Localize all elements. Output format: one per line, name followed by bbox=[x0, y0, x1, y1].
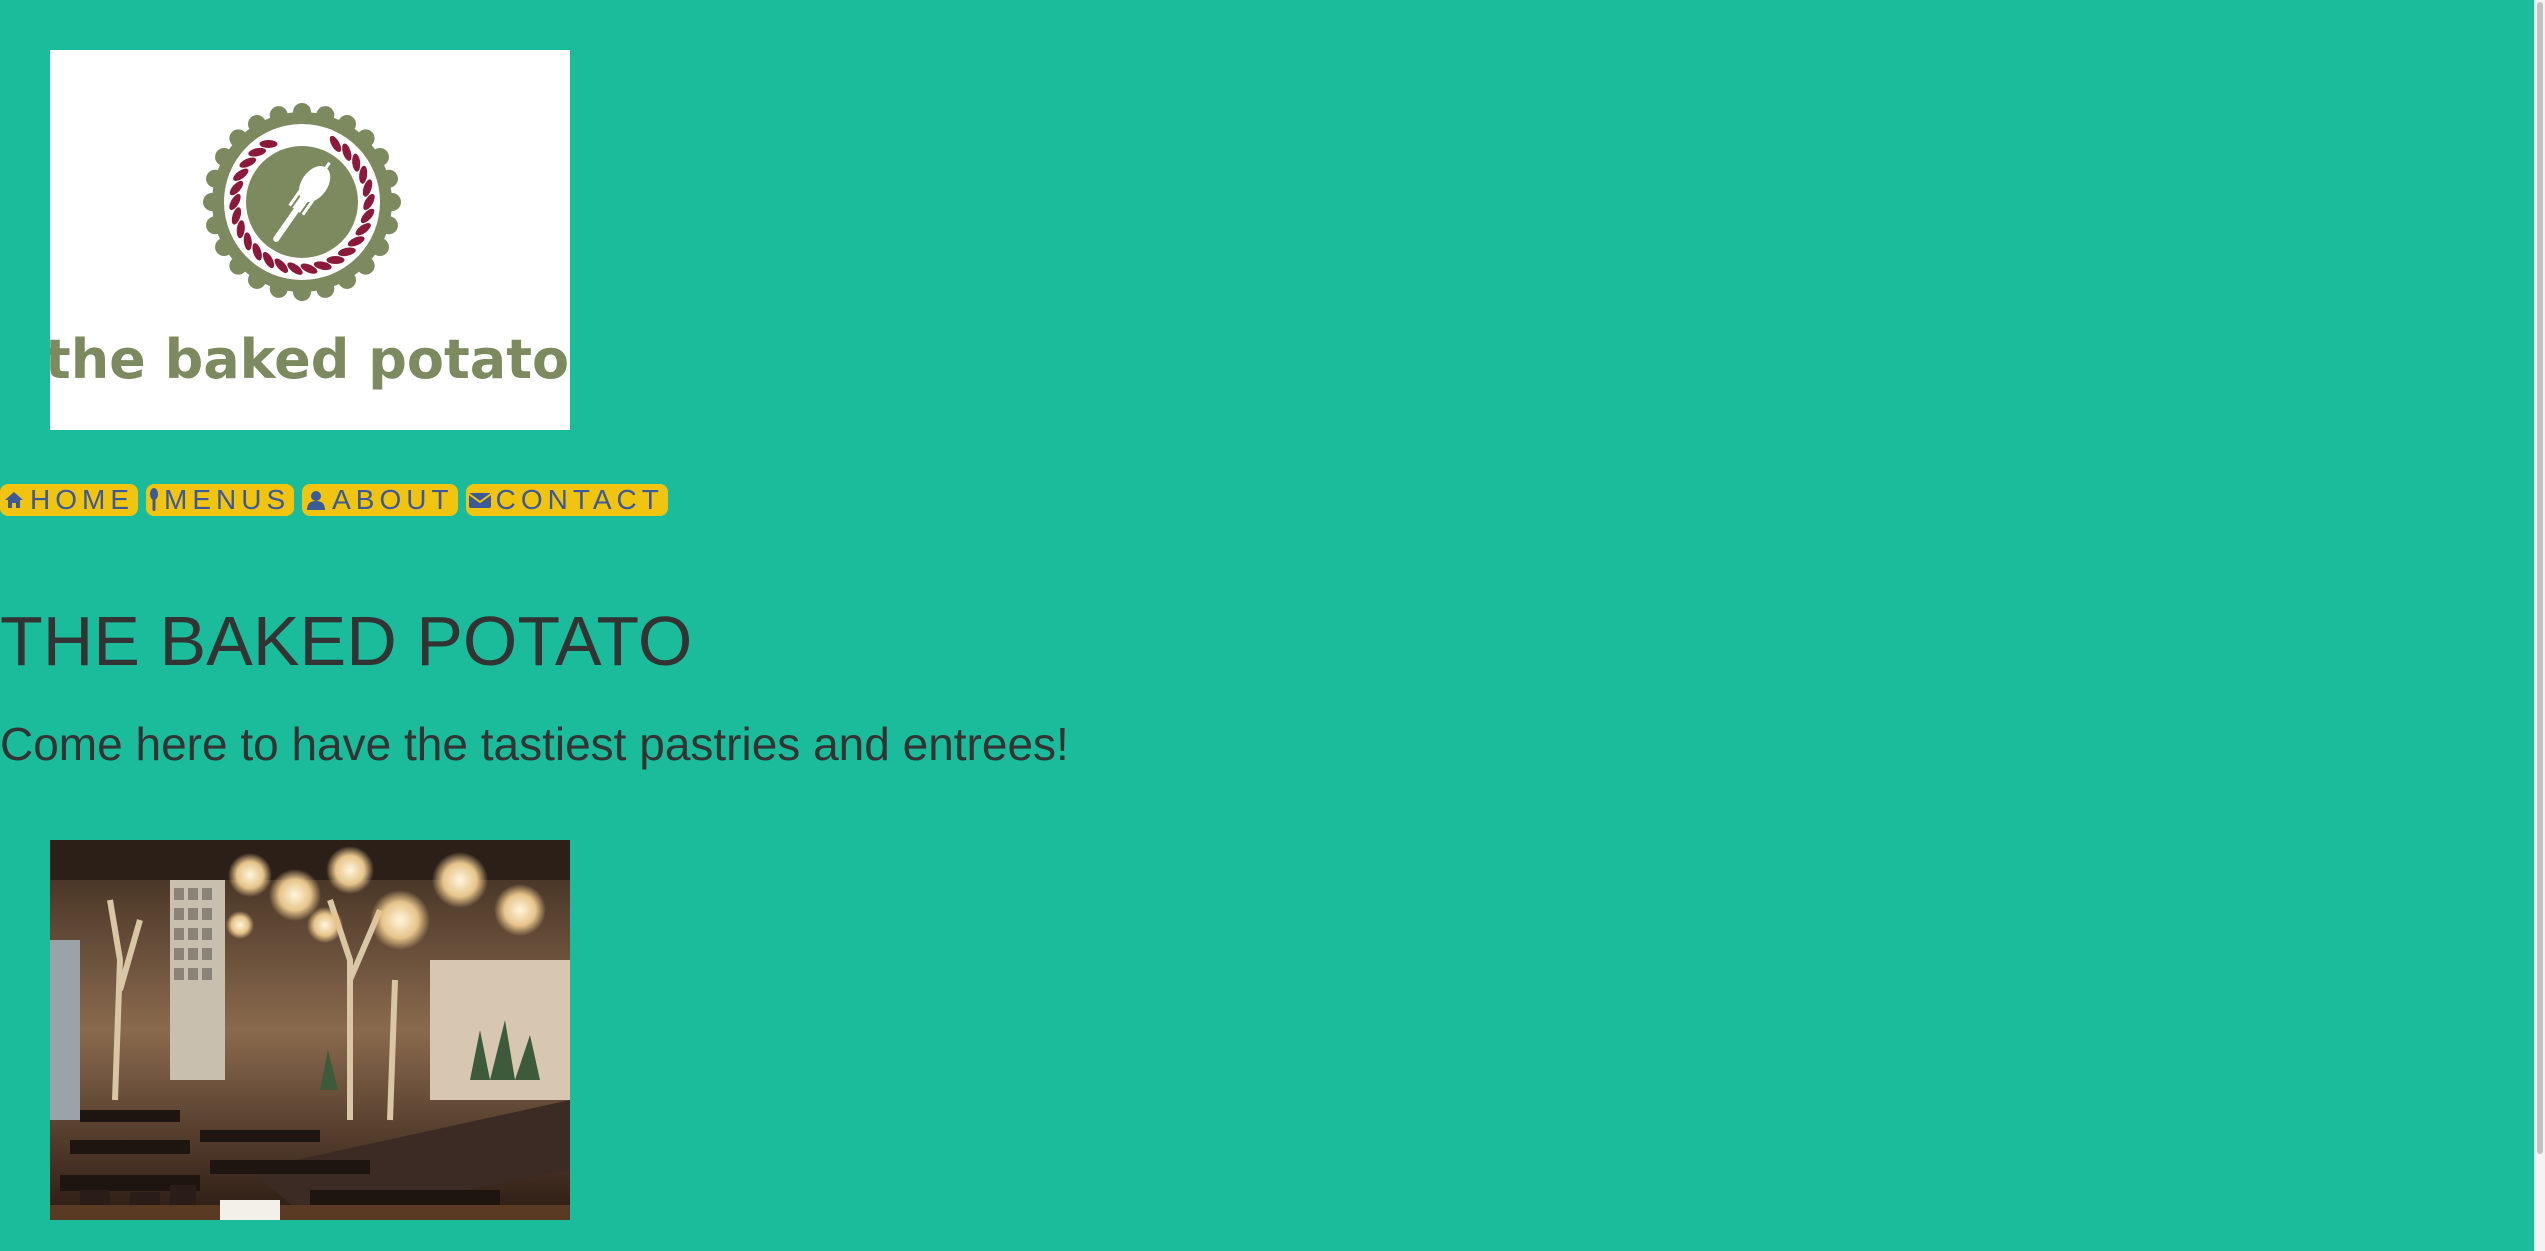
page-title: THE BAKED POTATO bbox=[0, 602, 693, 680]
page: the baked potato HOME MENUS ABOUT CONTAC… bbox=[0, 0, 2545, 1251]
nav-label-menus: MENUS bbox=[164, 484, 291, 515]
nav-item-contact[interactable]: CONTACT bbox=[465, 484, 668, 516]
nav-item-about[interactable]: ABOUT bbox=[302, 484, 458, 516]
home-icon bbox=[2, 488, 26, 512]
main-nav: HOME MENUS ABOUT CONTACT bbox=[0, 484, 668, 516]
spoon-icon bbox=[148, 488, 160, 512]
nav-item-home[interactable]: HOME bbox=[0, 484, 138, 516]
scrollbar[interactable] bbox=[2534, 0, 2545, 1251]
nav-item-menus[interactable]: MENUS bbox=[146, 484, 295, 516]
logo[interactable]: the baked potato bbox=[50, 50, 570, 430]
scrollbar-thumb[interactable] bbox=[2537, 2, 2543, 1154]
logo-emblem: the baked potato bbox=[50, 103, 569, 391]
page-subtitle: Come here to have the tastiest pastries … bbox=[0, 718, 1069, 770]
envelope-icon bbox=[468, 488, 492, 512]
restaurant-photo bbox=[50, 840, 570, 1220]
nav-label-contact: CONTACT bbox=[495, 484, 664, 515]
nav-label-about: ABOUT bbox=[332, 484, 454, 515]
logo-text: the baked potato bbox=[50, 328, 569, 391]
user-icon bbox=[304, 488, 328, 512]
nav-label-home: HOME bbox=[30, 484, 134, 515]
